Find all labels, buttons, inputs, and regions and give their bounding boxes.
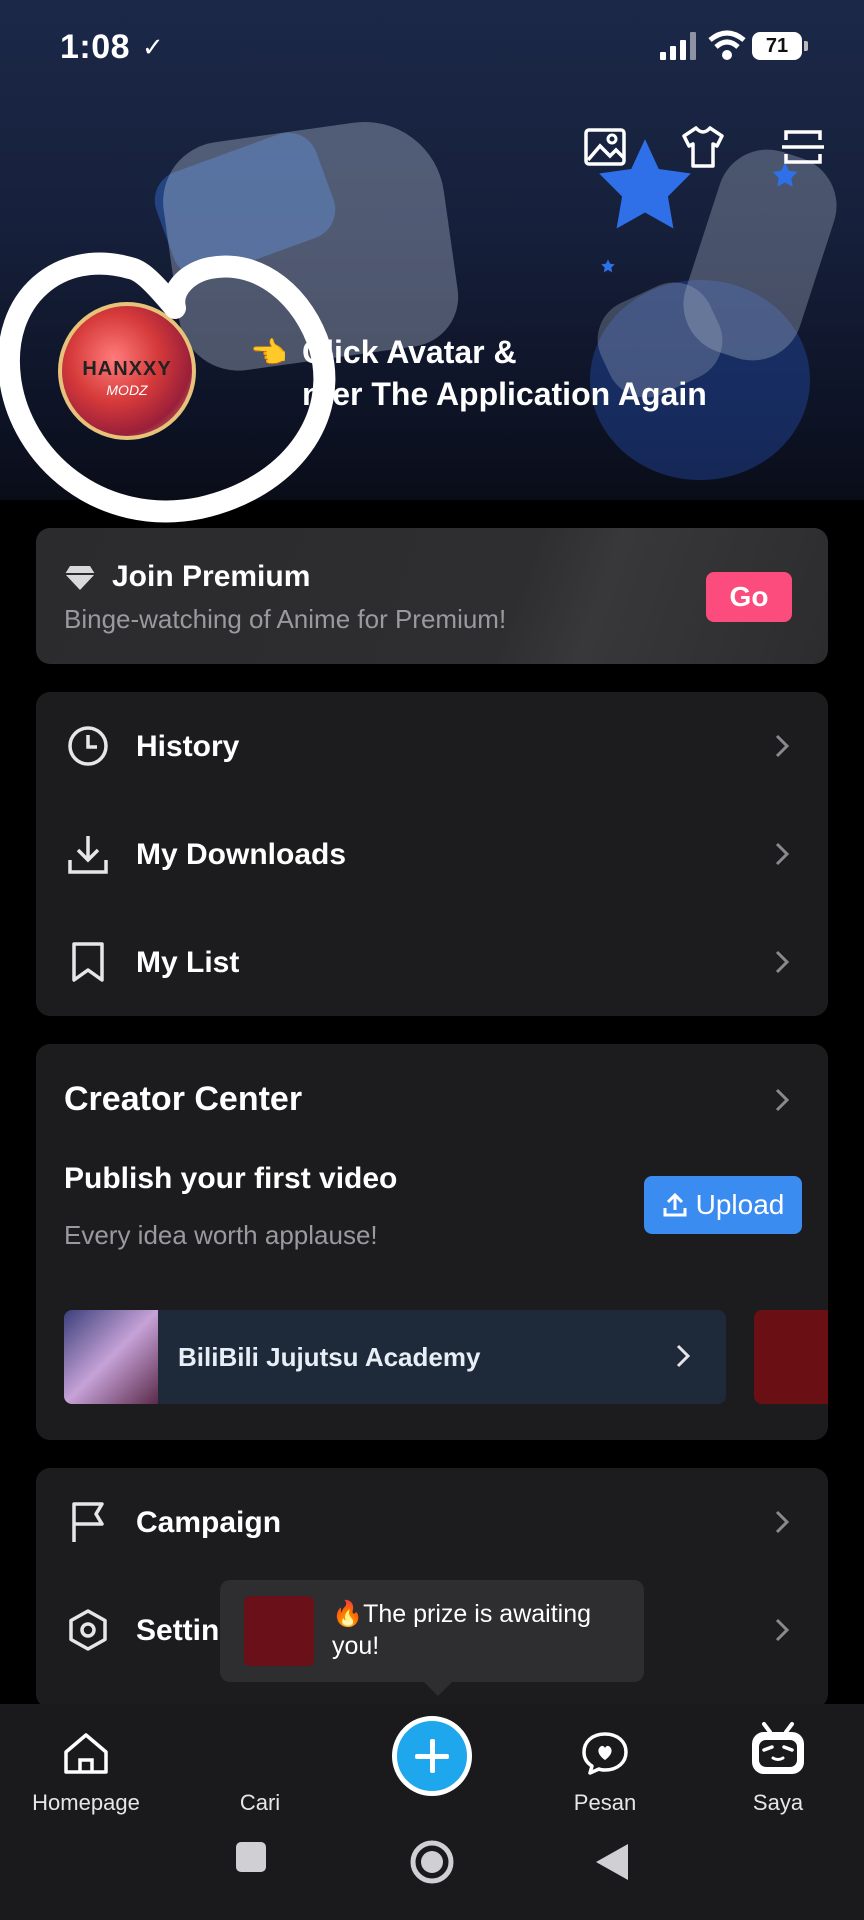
prize-tooltip-text: 🔥The prize is awaiting you!: [332, 1600, 592, 1660]
creator-center-card: Creator Center Publish your first video …: [36, 1044, 828, 1440]
upload-button[interactable]: Upload: [644, 1176, 802, 1234]
premium-card[interactable]: Join Premium Binge-watching of Anime for…: [36, 528, 828, 664]
nav-label: Pesan: [573, 1790, 637, 1815]
nav-homepage[interactable]: Homepage: [16, 1714, 156, 1824]
upload-icon: [663, 1192, 687, 1217]
academy-thumbnail: [64, 1310, 158, 1404]
battery-indicator: 71: [752, 32, 808, 60]
menu-item-label: Settin: [136, 1614, 220, 1647]
home-system-icon[interactable]: [408, 1838, 456, 1886]
nav-label: Saya: [752, 1790, 804, 1815]
menu-item-campaign[interactable]: Campaign: [36, 1468, 828, 1574]
status-bar: 1:08 ✓ 71: [0, 0, 864, 96]
chevron-right-icon: [775, 734, 790, 758]
menu-item-my-list[interactable]: My List: [36, 908, 828, 1014]
creator-center-title[interactable]: Creator Center: [64, 1080, 302, 1119]
back-icon[interactable]: [594, 1842, 630, 1882]
publish-subtitle: Every idea worth applause!: [64, 1220, 378, 1250]
download-icon: [68, 836, 108, 874]
nav-label: Cari: [239, 1790, 281, 1815]
chevron-right-icon[interactable]: [772, 1086, 792, 1114]
star-icon: [601, 259, 615, 273]
status-time: 1:08: [60, 28, 131, 66]
bookmark-icon: [72, 942, 104, 982]
menu-item-history[interactable]: History: [36, 692, 828, 798]
prize-tooltip[interactable]: 🔥The prize is awaiting you!: [220, 1580, 644, 1696]
nav-messages[interactable]: Pesan: [535, 1714, 675, 1824]
clock-icon: [68, 726, 108, 766]
home-icon: [64, 1733, 108, 1774]
menu-item-downloads[interactable]: My Downloads: [36, 800, 828, 906]
signal-icon: [660, 32, 696, 60]
menu-item-label: History: [136, 730, 240, 763]
chevron-right-icon: [775, 1510, 790, 1534]
profile-icon: [752, 1722, 804, 1774]
premium-title: Join Premium: [112, 560, 311, 593]
settings-icon: [69, 1609, 107, 1651]
promo-text-line1: Click Avatar &: [302, 334, 517, 370]
chevron-right-icon: [775, 1618, 790, 1642]
menu-item-label: My List: [136, 946, 240, 979]
chevron-right-icon: [775, 842, 790, 866]
premium-subtitle: Binge-watching of Anime for Premium!: [64, 604, 507, 634]
checkmark-icon: ✓: [142, 32, 164, 62]
nav-label: Homepage: [32, 1790, 140, 1815]
diamond-icon: [65, 566, 95, 590]
upload-label: Upload: [695, 1189, 785, 1220]
next-banner-thumbnail[interactable]: [754, 1310, 828, 1404]
image-icon[interactable]: [582, 124, 628, 170]
create-plus-button[interactable]: [392, 1716, 472, 1796]
promo-text-line2: nter The Application Again: [302, 376, 707, 412]
message-icon: [582, 1732, 628, 1775]
publish-title: Publish your first video: [64, 1162, 398, 1195]
academy-banner[interactable]: BiliBili Jujutsu Academy: [64, 1310, 726, 1404]
academy-label: BiliBili Jujutsu Academy: [178, 1342, 481, 1372]
nav-search[interactable]: Cari: [190, 1714, 330, 1824]
pointing-hand-icon: 👈: [250, 337, 288, 370]
menu-item-label: My Downloads: [136, 838, 347, 871]
mascot-image: [244, 1596, 314, 1666]
nav-profile[interactable]: Saya: [708, 1714, 848, 1824]
flag-icon: [72, 1502, 104, 1542]
menu-item-label: Campaign: [136, 1506, 282, 1539]
chevron-right-icon: [676, 1344, 691, 1368]
scan-icon[interactable]: [780, 124, 826, 170]
shirt-icon[interactable]: [680, 124, 726, 170]
library-menu: History My Downloads My List: [36, 692, 828, 1016]
recents-icon[interactable]: [234, 1840, 268, 1874]
wifi-icon: [708, 30, 746, 60]
chevron-right-icon: [775, 950, 790, 974]
premium-go-button[interactable]: Go: [706, 572, 792, 622]
